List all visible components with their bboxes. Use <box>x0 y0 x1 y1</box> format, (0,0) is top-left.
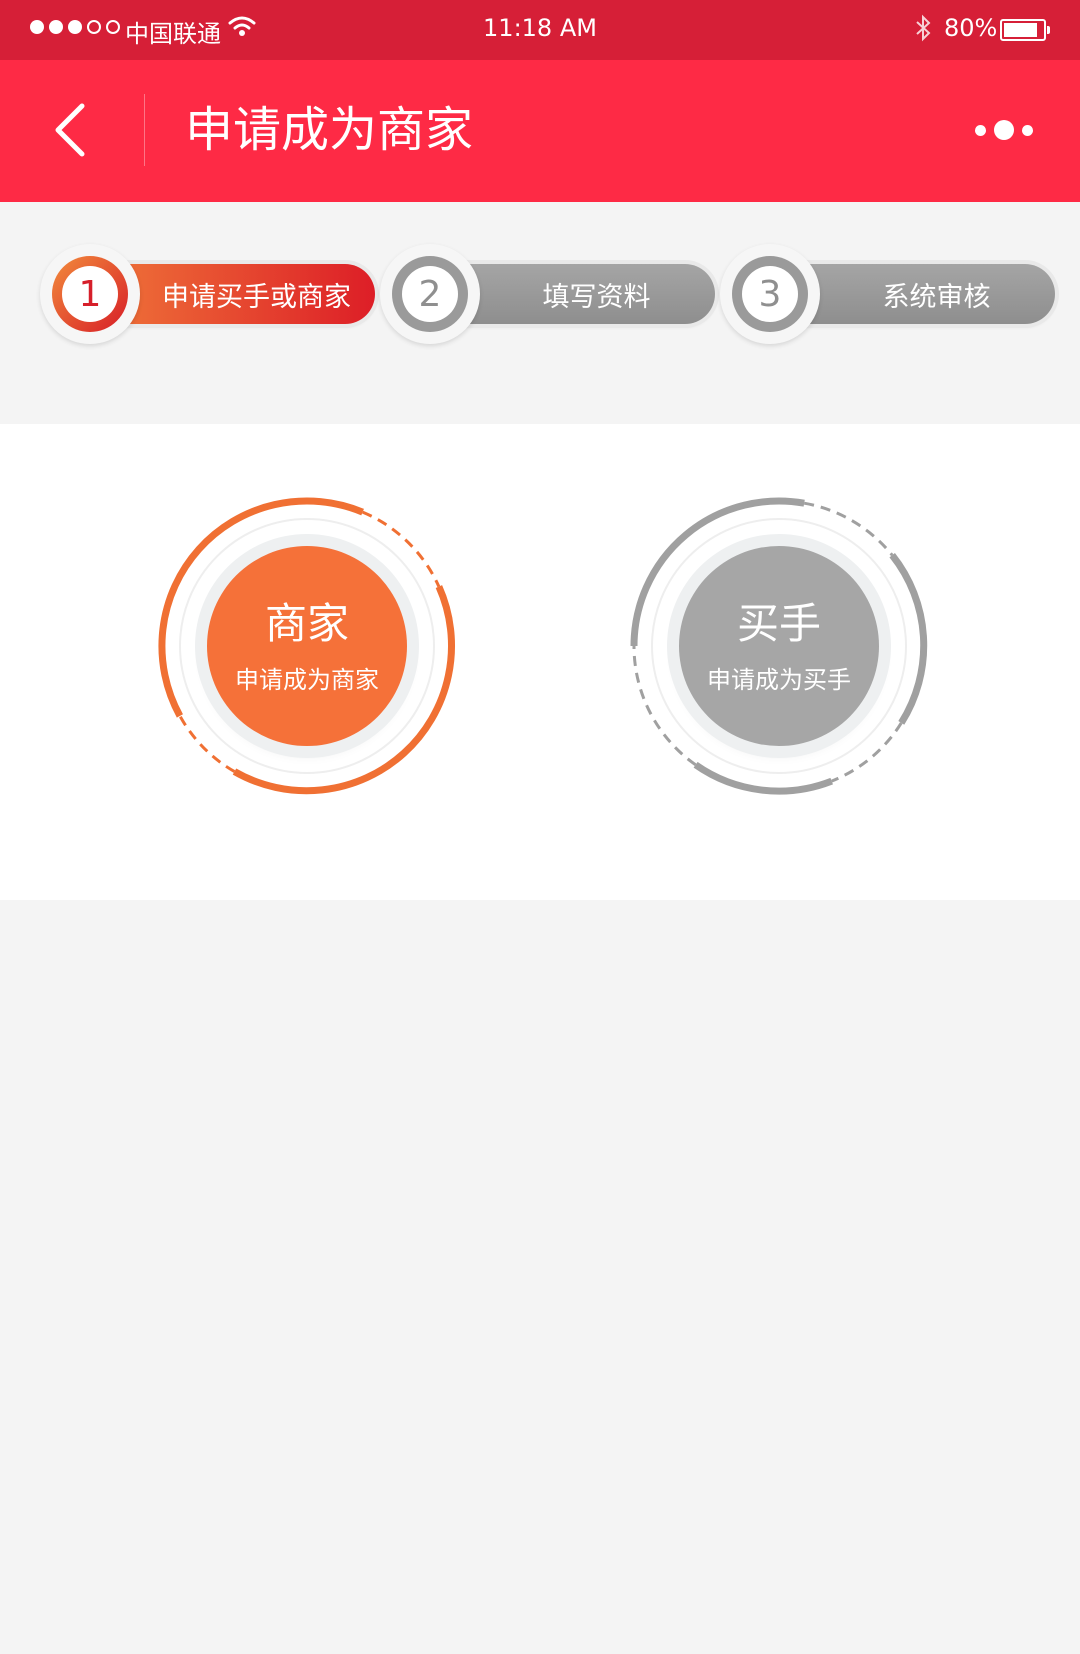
page-title: 申请成为商家 <box>185 102 474 158</box>
step-1: 申请买手或商家 1 <box>40 244 375 344</box>
merchant-title: 商家 <box>264 598 349 648</box>
role-selection-panel: 商家 申请成为商家 买手 申请成为买手 <box>0 424 1080 900</box>
bluetooth-icon <box>912 14 934 46</box>
chevron-left-icon <box>55 103 85 157</box>
step-label: 填写资料 <box>542 281 651 313</box>
more-dots-icon <box>975 124 986 136</box>
battery-icon <box>1000 19 1050 41</box>
step-indicator: 申请买手或商家 1 填写资料 2 系统审核 3 <box>0 202 1080 422</box>
merchant-subtitle: 申请成为商家 <box>235 665 379 694</box>
step-3: 系统审核 3 <box>720 244 1055 344</box>
step-number: 1 <box>62 266 118 322</box>
navigation-bar: 申请成为商家 <box>0 60 1080 202</box>
step-number: 2 <box>402 266 458 322</box>
status-bar: 中国联通 11:18 AM 80% <box>0 0 1080 60</box>
buyer-option[interactable]: 买手 申请成为买手 <box>617 484 941 808</box>
buyer-subtitle: 申请成为买手 <box>707 665 851 694</box>
nav-divider <box>144 94 145 166</box>
step-label: 系统审核 <box>882 281 991 313</box>
back-button[interactable] <box>44 100 104 160</box>
battery-percentage: 80% <box>944 14 998 42</box>
buyer-title: 买手 <box>736 598 821 648</box>
merchant-option[interactable]: 商家 申请成为商家 <box>145 484 469 808</box>
step-number: 3 <box>742 266 798 322</box>
step-label: 申请买手或商家 <box>162 281 351 313</box>
more-button[interactable] <box>975 115 1045 145</box>
step-2: 填写资料 2 <box>380 244 715 344</box>
